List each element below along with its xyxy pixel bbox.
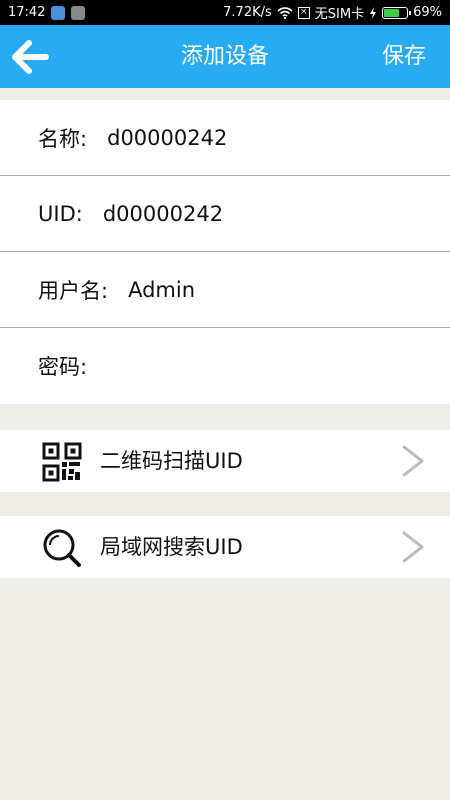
name-label: 名称:	[38, 126, 108, 151]
save-button[interactable]: 保存	[382, 25, 426, 88]
lan-search-label: 局域网搜索UID	[100, 535, 243, 559]
username-row: 用户名:	[0, 252, 450, 328]
chevron-right-icon	[402, 445, 424, 477]
app-bar: 添加设备 保存	[0, 25, 450, 88]
password-field[interactable]	[87, 354, 328, 378]
password-row: 密码:	[0, 328, 450, 404]
username-label: 用户名:	[38, 278, 129, 303]
carrier-text: 无SIM卡	[314, 7, 365, 22]
qr-scan-label: 二维码扫描UID	[100, 449, 243, 473]
charging-icon	[370, 6, 377, 19]
status-bar: 17:42 7.72K/s × 无SIM卡 69%	[0, 0, 450, 25]
status-time: 17:42	[8, 5, 46, 20]
battery-percent: 69%	[413, 5, 442, 20]
app-notification-icon	[51, 5, 66, 20]
username-field[interactable]	[128, 277, 369, 302]
battery-icon	[382, 6, 412, 19]
lan-search-row[interactable]: 局域网搜索UID	[0, 516, 450, 578]
chevron-right-icon	[402, 531, 424, 563]
network-speed: 7.72K/s	[223, 5, 272, 20]
qr-scan-row[interactable]: 二维码扫描UID	[0, 430, 450, 492]
name-field[interactable]	[107, 125, 348, 150]
uid-field[interactable]	[102, 201, 343, 226]
storage-notification-icon	[71, 5, 86, 20]
qr-code-icon	[42, 442, 82, 482]
search-icon	[43, 529, 81, 567]
no-sim-icon: ×	[297, 6, 310, 19]
wifi-icon	[277, 6, 293, 19]
uid-row: UID:	[0, 176, 450, 252]
device-form: 名称: UID: 用户名: 密码:	[0, 100, 450, 404]
uid-label: UID:	[38, 201, 103, 226]
name-row: 名称:	[0, 100, 450, 176]
password-label: 密码:	[38, 355, 88, 379]
